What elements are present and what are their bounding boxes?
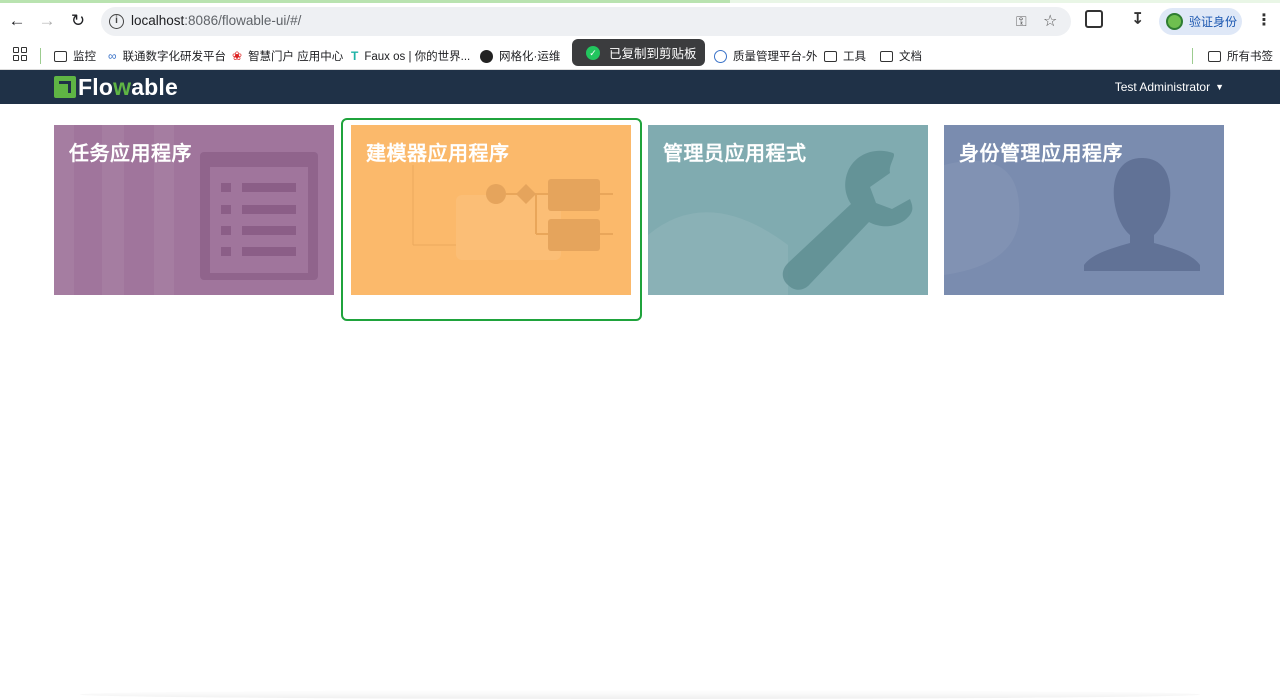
address-bar[interactable]: i localhost:8086/flowable-ui/#/ ⚿ ☆ bbox=[101, 7, 1071, 36]
tile-title: 建模器应用程序 bbox=[366, 143, 510, 165]
flowable-logo-icon bbox=[54, 76, 76, 98]
folder-icon bbox=[824, 50, 837, 62]
download-icon[interactable]: ↧ bbox=[1131, 9, 1144, 29]
page-bottom-shadow bbox=[80, 690, 1200, 699]
verify-identity-button[interactable]: 验证身份 bbox=[1159, 8, 1242, 35]
link-icon: ∞ bbox=[108, 49, 117, 63]
globe-icon bbox=[480, 49, 493, 63]
back-icon[interactable]: ← bbox=[6, 10, 28, 32]
browser-toolbar: ← → ↻ i localhost:8086/flowable-ui/#/ ⚿ … bbox=[0, 0, 1280, 42]
folder-icon bbox=[54, 50, 67, 62]
huawei-icon: ❀ bbox=[232, 49, 243, 63]
loading-bar bbox=[0, 0, 1280, 3]
check-icon: ✓ bbox=[586, 45, 600, 60]
chart-icon bbox=[714, 49, 727, 63]
extensions-icon[interactable] bbox=[1085, 10, 1103, 28]
logo-text: Flowable bbox=[78, 73, 179, 100]
bookmark-item[interactable]: ❀ 智慧门户 应用中心 bbox=[232, 47, 343, 65]
apps-grid-icon[interactable] bbox=[13, 47, 27, 61]
verify-identity-label: 验证身份 bbox=[1189, 15, 1238, 29]
admin-app-tile[interactable]: 管理员应用程式 bbox=[648, 125, 928, 295]
bookmark-item[interactable]: 文档 bbox=[880, 47, 922, 65]
browser-menu-icon[interactable]: ⋮ bbox=[1256, 10, 1272, 30]
bookmark-item[interactable]: 监控 bbox=[54, 47, 96, 65]
profile-avatar bbox=[1166, 13, 1183, 30]
bookmark-star-icon[interactable]: ☆ bbox=[1043, 11, 1057, 31]
folder-icon bbox=[1208, 50, 1221, 62]
tile-title: 管理员应用程式 bbox=[663, 143, 807, 165]
bookmark-item[interactable]: 工具 bbox=[824, 47, 866, 65]
user-name: Test Administrator bbox=[1114, 80, 1211, 94]
idm-app-tile[interactable]: 身份管理应用程序 bbox=[944, 125, 1224, 295]
tile-title: 任务应用程序 bbox=[69, 143, 192, 165]
tile-title: 身份管理应用程序 bbox=[959, 143, 1123, 165]
t-icon: T bbox=[351, 49, 359, 63]
modeler-app-tile[interactable]: 建模器应用程序 bbox=[351, 125, 631, 295]
password-key-icon[interactable]: ⚿ bbox=[1016, 13, 1027, 30]
bookmark-item[interactable]: 网格化·运维 bbox=[480, 47, 560, 65]
clipboard-toast: ✓ 已复制到剪贴板 bbox=[572, 39, 705, 66]
bookmark-separator bbox=[40, 48, 41, 64]
user-menu[interactable]: Test Administrator ▼ bbox=[1115, 80, 1224, 94]
task-app-tile[interactable]: 任务应用程序 bbox=[54, 125, 334, 295]
app-navbar: Flowable Test Administrator ▼ bbox=[0, 70, 1280, 104]
flowable-logo[interactable]: Flowable bbox=[54, 73, 179, 100]
forward-icon[interactable]: → bbox=[36, 10, 58, 32]
chevron-down-icon: ▼ bbox=[1215, 82, 1224, 92]
bookmark-item[interactable]: 质量管理平台-外 bbox=[714, 47, 817, 65]
url-text[interactable]: localhost:8086/flowable-ui/#/ bbox=[131, 13, 301, 28]
bookmark-item[interactable]: T Faux os | 你的世界... bbox=[351, 47, 470, 65]
reload-icon[interactable]: ↻ bbox=[67, 10, 89, 32]
site-info-icon[interactable]: i bbox=[109, 14, 124, 29]
all-bookmarks[interactable]: 所有书签 bbox=[1208, 47, 1273, 65]
bookmark-item[interactable]: ∞ 联通数字化研发平台 bbox=[108, 47, 226, 65]
folder-icon bbox=[880, 50, 893, 62]
bookmark-separator bbox=[1192, 48, 1193, 64]
toast-text: 已复制到剪贴板 bbox=[609, 47, 697, 61]
